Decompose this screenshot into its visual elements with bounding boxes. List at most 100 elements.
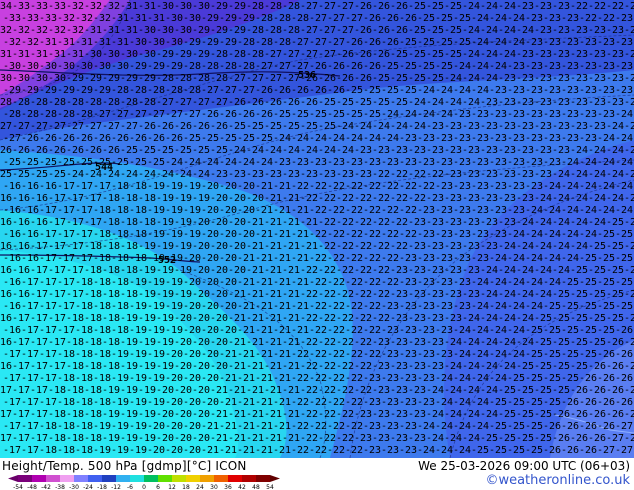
temperature-value: -18: [129, 205, 147, 216]
temperature-value: -23: [408, 289, 426, 300]
temperature-value: -23: [561, 37, 579, 48]
temperature-value: -20: [192, 361, 210, 372]
temperature-value: -23: [435, 277, 453, 288]
temperature-value: -27: [309, 37, 327, 48]
temperature-value: -23: [561, 109, 579, 120]
temperature-value: -22: [354, 217, 372, 228]
temperature-value: -26: [597, 397, 615, 408]
temperature-value: -23: [471, 109, 489, 120]
temperature-value: -24: [381, 133, 399, 144]
temperature-value: -22: [318, 241, 336, 252]
temperature-value: -27: [318, 25, 336, 36]
temperature-value: -25: [534, 433, 552, 444]
temperature-value: -26: [282, 97, 300, 108]
temperature-value: -23: [399, 301, 417, 312]
temperature-value: -19: [174, 289, 192, 300]
colorbar-tick-label: -30: [69, 484, 79, 490]
temperature-value: -26: [606, 409, 624, 420]
temperature-value: -27: [318, 49, 336, 60]
colorbar-tick-label: 12: [168, 484, 176, 490]
temperature-value: -18: [129, 229, 147, 240]
temperature-value: -23: [426, 289, 444, 300]
temperature-value: -24: [606, 145, 624, 156]
temperature-value: -23: [381, 397, 399, 408]
temperature-value: -27: [264, 49, 282, 60]
temperature-value: -21: [273, 205, 291, 216]
temperature-value: -24: [273, 133, 291, 144]
temperature-value: -22: [588, 1, 606, 12]
temperature-value: -21: [255, 301, 273, 312]
temperature-value: -24: [489, 373, 507, 384]
temperature-value: -18: [39, 421, 57, 432]
temperature-value: -20: [174, 313, 192, 324]
temperature-value: -24: [444, 433, 462, 444]
temperature-value: -19: [174, 193, 192, 204]
temperature-value: -23: [282, 169, 300, 180]
temperature-value: -24: [183, 157, 201, 168]
temperature-value: -23: [480, 193, 498, 204]
colorbar: -54 -48 -42 -38 -30 -24 -18 -12 -6 0 6 12 18 24 30 36 42…: [8, 475, 280, 490]
temperature-value: -17: [39, 325, 57, 336]
temperature-value: -17: [0, 409, 12, 420]
temperature-value: -18: [120, 265, 138, 276]
temperature-value: -25: [381, 85, 399, 96]
temperature-value: -22: [345, 445, 363, 456]
temperature-value: -24: [417, 421, 435, 432]
temperature-value: -20: [210, 241, 228, 252]
temperature-value: -23: [498, 73, 516, 84]
temperature-value: -27: [66, 121, 84, 132]
temperature-value: -18: [39, 445, 57, 456]
temperature-value: -20: [156, 433, 174, 444]
temperature-value: -21: [246, 289, 264, 300]
temperature-value: -24: [318, 145, 336, 156]
temperature-value: -21: [264, 409, 282, 420]
temperature-value: -18: [93, 325, 111, 336]
temperature-value: -20: [237, 229, 255, 240]
temperature-value: -23: [543, 133, 561, 144]
temperature-value: -29: [219, 13, 237, 24]
temperature-value: -18: [120, 217, 138, 228]
temperature-value: -29: [201, 13, 219, 24]
temperature-value: -23: [507, 157, 525, 168]
temperature-value: -25: [390, 73, 408, 84]
temperature-value: -23: [588, 25, 606, 36]
temperature-value: -21: [282, 193, 300, 204]
temperature-value: -18: [102, 361, 120, 372]
temperature-value: -17: [75, 181, 93, 192]
temperature-value: -27: [0, 121, 12, 132]
temperature-value: -21: [219, 373, 237, 384]
temperature-value: -24: [561, 157, 579, 168]
colorbar-swatch: [200, 475, 214, 482]
temperature-value: -25: [516, 361, 534, 372]
temperature-value: -25: [588, 241, 606, 252]
colorbar-swatch: [172, 475, 186, 482]
temperature-value: -23: [399, 445, 417, 456]
temperature-value: -20: [219, 181, 237, 192]
temperature-value: -24: [300, 145, 318, 156]
temperature-value: -24: [516, 289, 534, 300]
temperature-value: -16: [0, 361, 12, 372]
temperature-value: -27: [300, 1, 318, 12]
brand-link[interactable]: ©weatheronline.co.uk: [485, 473, 630, 488]
temperature-value: -17: [12, 385, 30, 396]
temperature-value: -28: [210, 73, 228, 84]
temperature-value: -22: [381, 277, 399, 288]
temperature-value: -21: [255, 325, 273, 336]
temperature-value: -17: [21, 301, 39, 312]
temperature-value: -27: [327, 13, 345, 24]
temperature-value: -17: [66, 217, 84, 228]
temperature-value: -21: [264, 193, 282, 204]
temperature-value: -23: [363, 157, 381, 168]
temperature-value: -23: [399, 157, 417, 168]
temperature-value: -19: [102, 409, 120, 420]
temperature-value: -24: [588, 145, 606, 156]
temperature-value: -19: [120, 433, 138, 444]
temperature-value: -21: [264, 241, 282, 252]
temperature-value: -26: [48, 145, 66, 156]
temperature-value: -24: [435, 397, 453, 408]
temperature-value: -28: [255, 37, 273, 48]
temperature-value: -22: [345, 421, 363, 432]
temperature-value: -20: [192, 409, 210, 420]
temperature-value: -27: [309, 13, 327, 24]
temperature-value: -24: [480, 49, 498, 60]
